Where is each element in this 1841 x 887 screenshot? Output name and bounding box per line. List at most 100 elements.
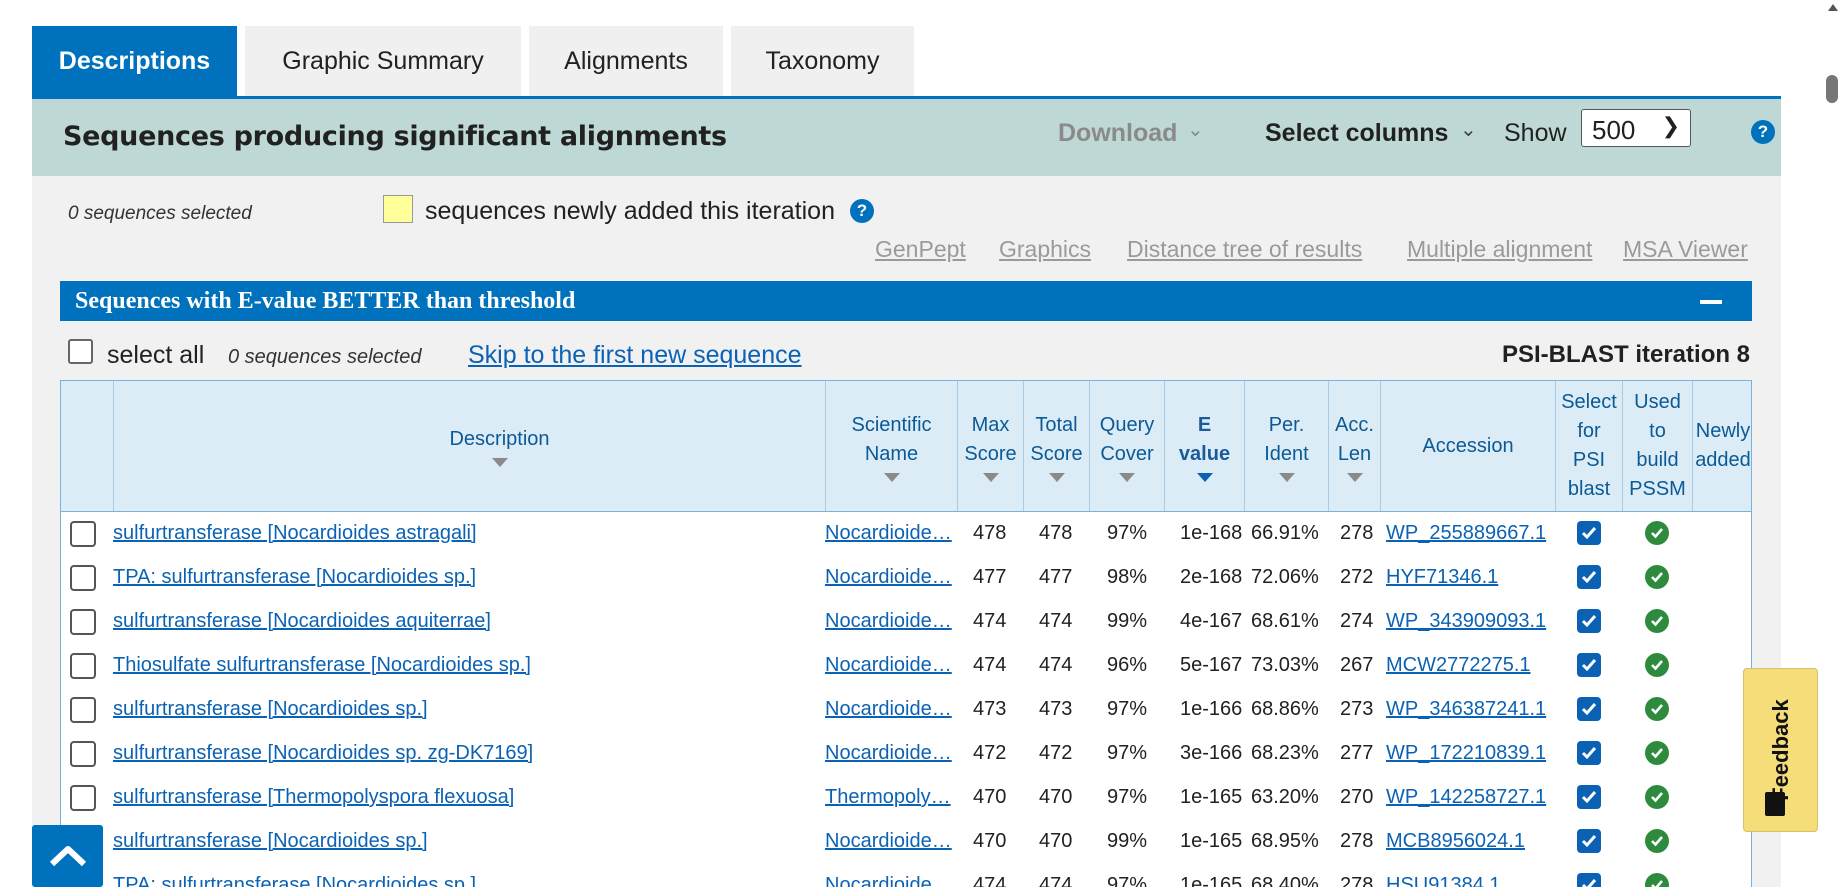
row-description-link[interactable]: sulfurtransferase [Nocardioides sp.] [113,830,428,853]
tab-descriptions[interactable]: Descriptions [32,26,237,97]
scrollbar[interactable] [1825,0,1841,887]
col-scientific-name-label-1: Scientific [851,413,932,436]
row-accession-link[interactable]: MCW2772275.1 [1386,654,1531,677]
tab-graphic-summary[interactable]: Graphic Summary [245,26,521,97]
row-accession-link[interactable]: WP_343909093.1 [1386,610,1546,633]
row-description-link[interactable]: Thiosulfate sulfurtransferase [Nocardioi… [113,654,531,677]
row-per-ident: 68.23% [1251,742,1319,764]
row-max-score: 474 [973,654,1007,676]
row-e-value: 1e-165 [1180,830,1243,852]
feedback-icon [1765,792,1785,816]
psi-blast-checkbox-checked[interactable] [1577,653,1601,677]
graphics-link[interactable]: Graphics [999,236,1091,263]
row-accession-link[interactable]: WP_255889667.1 [1386,522,1546,545]
col-total-score[interactable]: Total Score [1023,381,1089,511]
psi-blast-checkbox-checked[interactable] [1577,521,1601,545]
row-select-checkbox[interactable] [70,653,96,679]
distance-tree-link[interactable]: Distance tree of results [1127,236,1362,263]
col-select-psi: Select for PSI blast [1555,381,1622,511]
psi-blast-checkbox-checked[interactable] [1577,873,1601,887]
row-accession-link[interactable]: MCB8956024.1 [1386,830,1525,853]
show-count-select[interactable]: 500 ❯ [1581,109,1691,147]
row-max-score: 474 [973,874,1007,887]
tab-alignments[interactable]: Alignments [529,26,723,97]
collapse-minus-icon[interactable] [1700,300,1722,304]
sort-down-icon [1048,472,1065,482]
psi-blast-checkbox-checked[interactable] [1577,565,1601,589]
check-icon [1581,571,1597,584]
row-select-checkbox[interactable] [70,521,96,547]
row-scientific-name-link[interactable]: Nocardioide… [825,874,952,887]
help-icon[interactable]: ? [1751,120,1775,144]
row-e-value: 4e-167 [1180,610,1243,632]
row-scientific-name-link[interactable]: Nocardioide… [825,742,952,765]
col-per-ident[interactable]: Per. Ident [1244,381,1328,511]
row-total-score: 478 [1039,522,1073,544]
row-scientific-name-link[interactable]: Nocardioide… [825,698,952,721]
psi-blast-checkbox-checked[interactable] [1577,609,1601,633]
row-accession-link[interactable]: WP_346387241.1 [1386,698,1546,721]
legend-help-icon[interactable]: ? [850,199,874,223]
download-menu[interactable]: Download [1058,119,1177,148]
row-accession-link[interactable]: WP_142258727.1 [1386,786,1546,809]
row-select-checkbox[interactable] [70,785,96,811]
col-query-cover[interactable]: Query Cover [1089,381,1164,511]
col-acc-len[interactable]: Acc. Len [1328,381,1380,511]
row-select-checkbox[interactable] [70,697,96,723]
psi-blast-checkbox-checked[interactable] [1577,741,1601,765]
col-newly-added: Newly added [1692,381,1751,511]
scrollbar-thumb[interactable] [1826,75,1838,103]
row-scientific-name-link[interactable]: Nocardioide… [825,566,952,589]
row-description-link[interactable]: sulfurtransferase [Nocardioides aquiterr… [113,610,491,633]
row-scientific-name-link[interactable]: Thermopoly… [825,786,951,809]
scroll-up-arrow-icon[interactable] [1828,4,1838,11]
row-scientific-name-link[interactable]: Nocardioide… [825,610,952,633]
check-icon [1581,615,1597,628]
table-row: TPA: sulfurtransferase [Nocardioides sp.… [61,864,1751,887]
row-scientific-name-link[interactable]: Nocardioide… [825,522,952,545]
row-description-link[interactable]: sulfurtransferase [Nocardioides sp.] [113,698,428,721]
select-columns-chevron-down-icon[interactable]: ⌄ [1460,117,1477,142]
row-accession-link[interactable]: WP_172210839.1 [1386,742,1546,765]
used-in-pssm-check-icon [1645,829,1669,853]
download-chevron-down-icon[interactable]: ⌄ [1187,117,1204,142]
row-scientific-name-link[interactable]: Nocardioide… [825,654,952,677]
skip-to-new-sequence-link[interactable]: Skip to the first new sequence [468,341,802,370]
multiple-alignment-link[interactable]: Multiple alignment [1407,236,1592,263]
select-columns-menu[interactable]: Select columns [1265,119,1448,148]
select-all-checkbox[interactable] [68,339,93,364]
row-select-checkbox[interactable] [70,609,96,635]
row-description-link[interactable]: TPA: sulfurtransferase [Nocardioides sp.… [113,874,476,887]
check-icon [1581,527,1597,540]
psi-blast-checkbox-checked[interactable] [1577,785,1601,809]
used-in-pssm-check-icon [1645,697,1669,721]
table-row: sulfurtransferase [Thermopolyspora flexu… [61,776,1751,820]
row-acc-len: 274 [1340,610,1374,632]
feedback-button[interactable]: Feedback [1743,668,1818,832]
tab-taxonomy[interactable]: Taxonomy [731,26,914,97]
col-description[interactable]: Description [113,381,885,511]
row-total-score: 473 [1039,698,1073,720]
col-accession[interactable]: Accession [1380,381,1555,511]
col-scientific-name[interactable]: Scientific Name [825,381,957,511]
row-select-checkbox[interactable] [70,565,96,591]
back-to-top-button[interactable] [32,825,103,887]
psi-blast-checkbox-checked[interactable] [1577,697,1601,721]
row-scientific-name-link[interactable]: Nocardioide… [825,830,952,853]
row-accession-link[interactable]: HSU91384.1 [1386,874,1501,887]
genpept-link[interactable]: GenPept [875,236,966,263]
row-description-link[interactable]: sulfurtransferase [Thermopolyspora flexu… [113,786,514,809]
row-accession-link[interactable]: HYF71346.1 [1386,566,1498,589]
row-max-score: 478 [973,522,1007,544]
psi-blast-checkbox-checked[interactable] [1577,829,1601,853]
row-description-link[interactable]: sulfurtransferase [Nocardioides sp. zg-D… [113,742,533,765]
row-description-link[interactable]: TPA: sulfurtransferase [Nocardioides sp.… [113,566,476,589]
row-description-link[interactable]: sulfurtransferase [Nocardioides astragal… [113,522,477,545]
used-in-pssm-check-icon [1645,741,1669,765]
select-all-label[interactable]: select all [107,341,204,370]
col-e-value[interactable]: E value [1164,381,1244,511]
row-per-ident: 68.86% [1251,698,1319,720]
col-max-score[interactable]: Max Score [957,381,1023,511]
row-select-checkbox[interactable] [70,741,96,767]
msa-viewer-link[interactable]: MSA Viewer [1623,236,1748,263]
